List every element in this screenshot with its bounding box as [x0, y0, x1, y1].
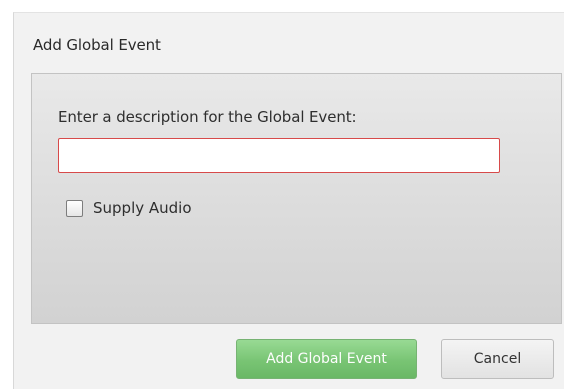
dialog-title: Add Global Event — [33, 36, 161, 54]
supply-audio-option[interactable]: Supply Audio — [66, 199, 192, 217]
add-global-event-button[interactable]: Add Global Event — [236, 339, 417, 379]
add-global-event-dialog: Add Global Event Enter a description for… — [13, 12, 564, 389]
description-input[interactable] — [58, 138, 500, 173]
supply-audio-checkbox[interactable] — [66, 199, 83, 217]
supply-audio-label: Supply Audio — [93, 199, 192, 217]
window-left-edge — [0, 0, 13, 389]
cancel-button[interactable]: Cancel — [441, 339, 554, 379]
description-prompt-label: Enter a description for the Global Event… — [58, 108, 357, 126]
dialog-content-panel: Enter a description for the Global Event… — [31, 73, 562, 324]
